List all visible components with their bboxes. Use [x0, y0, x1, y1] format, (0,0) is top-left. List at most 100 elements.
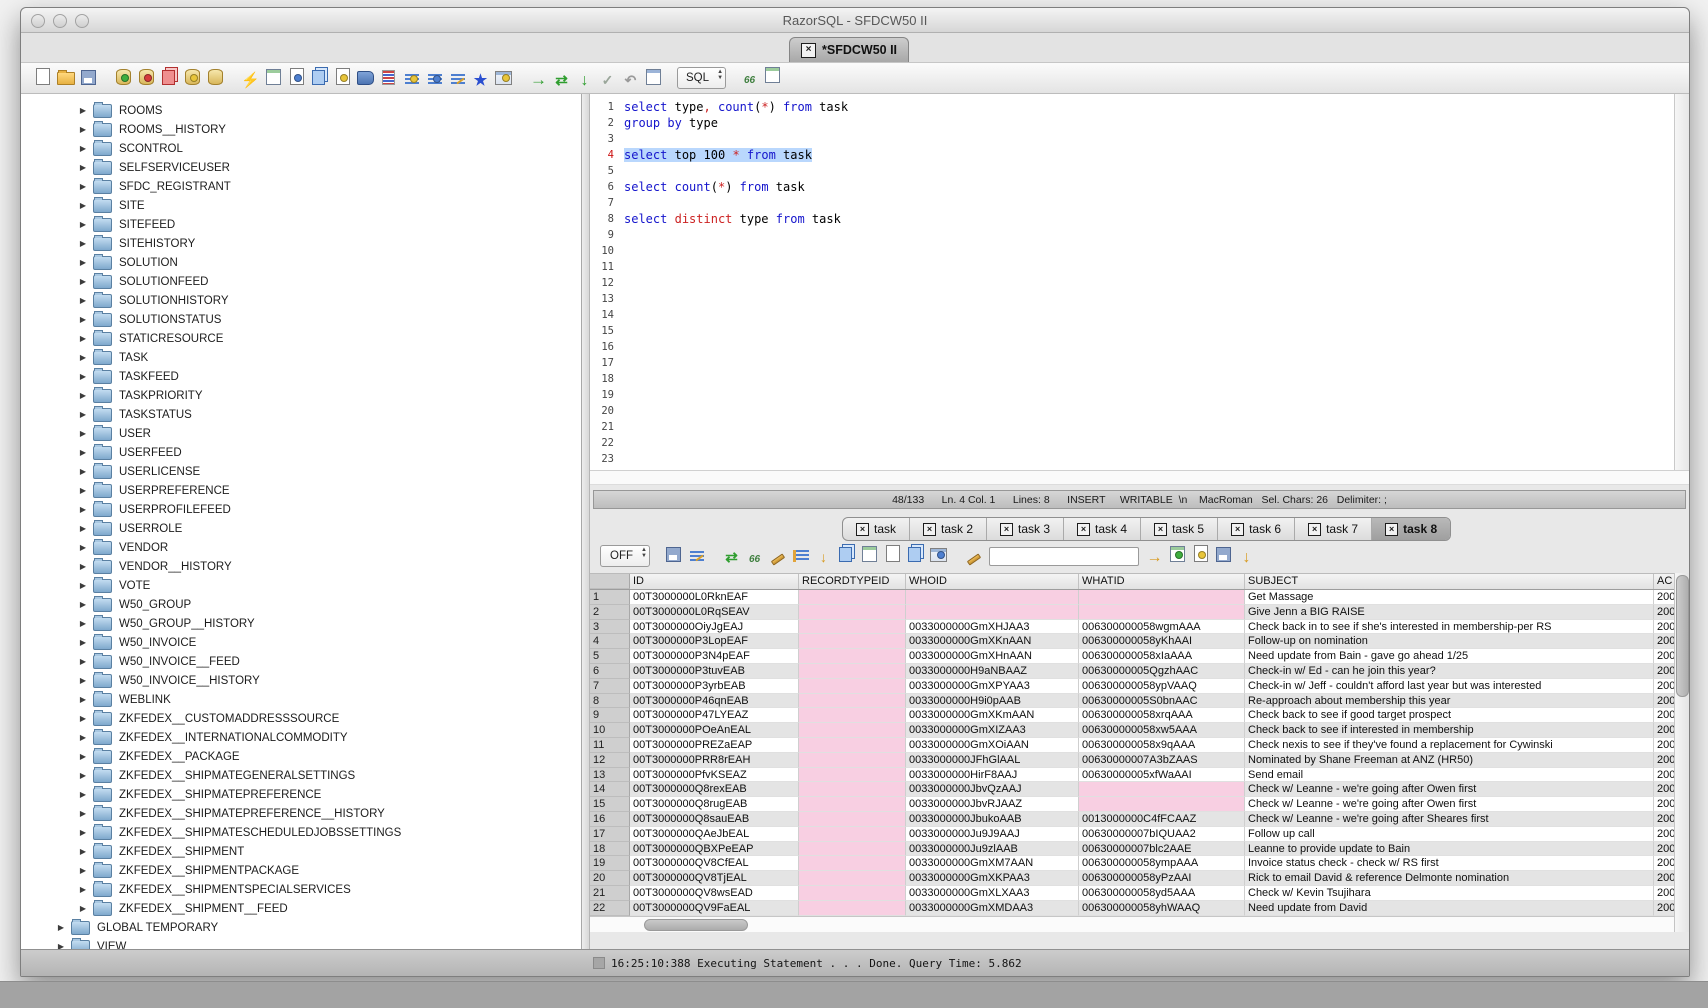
sidebar-item-vendor__history[interactable]: ▶VENDOR__HISTORY [21, 557, 581, 576]
sidebar-item-solutionstatus[interactable]: ▶SOLUTIONSTATUS [21, 310, 581, 329]
vscroll-thumb[interactable] [1676, 575, 1689, 697]
sidebar-item-userrole[interactable]: ▶USERROLE [21, 519, 581, 538]
sidebar-item-zkfedex__customaddresssource[interactable]: ▶ZKFEDEX__CUSTOMADDRESSSOURCE [21, 709, 581, 728]
cell-whoid[interactable] [906, 605, 1079, 620]
cell-subject[interactable]: Send email [1245, 768, 1654, 783]
cell-whoid[interactable]: 0033000000GmXKmAAN [906, 708, 1079, 723]
generate-script-icon[interactable] [1189, 542, 1212, 566]
cell-id[interactable]: 00T3000000P3N4pEAF [630, 649, 799, 664]
cell-recordtypeid[interactable] [799, 634, 906, 649]
expand-arrow-icon[interactable]: ▶ [77, 429, 89, 438]
cell-whatid[interactable]: 0013000000C4fFCAAZ [1079, 812, 1245, 827]
view-row-icon[interactable]: 66 [743, 548, 766, 572]
cell-whoid[interactable]: 0033000000GmXKnAAN [906, 634, 1079, 649]
cell-id[interactable]: 00T3000000QV9FaEAL [630, 901, 799, 916]
close-tab-icon[interactable]: × [1308, 523, 1321, 536]
reload-query-icon[interactable]: ⇄ [720, 545, 743, 569]
edit-results-icon[interactable] [766, 547, 789, 571]
cell-whatid[interactable]: 006300000058yhWAAQ [1079, 901, 1245, 916]
result-tab-task-6[interactable]: ×task 6 [1218, 518, 1295, 540]
cell-id[interactable]: 00T3000000Q8rexEAB [630, 782, 799, 797]
sidebar-item-userpreference[interactable]: ▶USERPREFERENCE [21, 481, 581, 500]
cell-subject[interactable]: Invoice status check - check w/ RS first [1245, 856, 1654, 871]
query-builder-icon[interactable] [492, 66, 515, 90]
expand-arrow-icon[interactable]: ▶ [77, 524, 89, 533]
cell-recordtypeid[interactable] [799, 694, 906, 709]
sidebar-item-zkfedex__shipmatepreference__history[interactable]: ▶ZKFEDEX__SHIPMATEPREFERENCE__HISTORY [21, 804, 581, 823]
expand-arrow-icon[interactable]: ▶ [77, 277, 89, 286]
sidebar-item-zkfedex__shipmatescheduledjobssettings[interactable]: ▶ZKFEDEX__SHIPMATESCHEDULEDJOBSSETTINGS [21, 823, 581, 842]
expand-arrow-icon[interactable]: ▶ [55, 923, 67, 932]
result-tab-task[interactable]: ×task [843, 518, 910, 540]
cell-whoid[interactable]: 0033000000H9aNBAAZ [906, 664, 1079, 679]
result-tab-task-8[interactable]: ×task 8 [1372, 518, 1450, 540]
sidebar-item-task[interactable]: ▶TASK [21, 348, 581, 367]
expand-arrow-icon[interactable]: ▶ [77, 600, 89, 609]
save-file-icon[interactable] [77, 65, 100, 89]
cell-id[interactable]: 00T3000000PRR8rEAH [630, 753, 799, 768]
execute-sql-icon[interactable]: → [527, 67, 550, 91]
cell-subject[interactable]: Nominated by Shane Freeman at ANZ (HR50) [1245, 753, 1654, 768]
edit-table-icon[interactable] [331, 64, 354, 88]
cell-subject[interactable]: Rick to email David & reference Delmonte… [1245, 871, 1654, 886]
sidebar-item-sitehistory[interactable]: ▶SITEHISTORY [21, 234, 581, 253]
cell-whoid[interactable]: 0033000000GmXM7AAN [906, 856, 1079, 871]
sql-editor[interactable]: 1234567891011121314151617181920212223 se… [590, 94, 1689, 471]
cell-whatid[interactable]: 006300000058wgmAAA [1079, 620, 1245, 635]
expand-arrow-icon[interactable]: ▶ [77, 657, 89, 666]
fetch-results-icon[interactable]: ↓ [573, 69, 596, 93]
new-file-icon[interactable] [31, 64, 54, 88]
cell-whoid[interactable]: 0033000000JbvQzAAJ [906, 782, 1079, 797]
statement-type-select[interactable]: SQL ▲▼ [677, 67, 726, 89]
close-tab-icon[interactable]: × [1077, 523, 1090, 536]
cell-id[interactable]: 00T3000000P46qnEAB [630, 694, 799, 709]
favorites-icon[interactable]: ★ [469, 68, 492, 92]
cell-whatid[interactable]: 006300000058xIaAAA [1079, 649, 1245, 664]
cell-whatid[interactable]: 00630000007A3bZAAS [1079, 753, 1245, 768]
cell-whatid[interactable] [1079, 797, 1245, 812]
export-data-icon[interactable] [285, 64, 308, 88]
sidebar-item-w50_invoice__history[interactable]: ▶W50_INVOICE__HISTORY [21, 671, 581, 690]
expand-arrow-icon[interactable]: ▶ [77, 543, 89, 552]
sidebar-item-zkfedex__shipmentpackage[interactable]: ▶ZKFEDEX__SHIPMENTPACKAGE [21, 861, 581, 880]
expand-arrow-icon[interactable]: ▶ [77, 296, 89, 305]
cell-whoid[interactable]: 0033000000JbukoAAB [906, 812, 1079, 827]
cell-id[interactable]: 00T3000000POeAnEAL [630, 723, 799, 738]
result-tab-task-7[interactable]: ×task 7 [1295, 518, 1372, 540]
cell-whatid[interactable]: 00630000007bIQUAA2 [1079, 827, 1245, 842]
cell-whatid[interactable] [1079, 782, 1245, 797]
expand-arrow-icon[interactable]: ▶ [77, 866, 89, 875]
expand-arrow-icon[interactable]: ▶ [77, 885, 89, 894]
sidebar-item-vote[interactable]: ▶VOTE [21, 576, 581, 595]
cell-whoid[interactable]: 0033000000GmXMDAA3 [906, 901, 1079, 916]
sidebar-item-zkfedex__shipmentspecialservices[interactable]: ▶ZKFEDEX__SHIPMENTSPECIALSERVICES [21, 880, 581, 899]
expand-arrow-icon[interactable]: ▶ [77, 201, 89, 210]
cell-subject[interactable]: Check w/ Leanne - we're going after Owen… [1245, 782, 1654, 797]
cell-recordtypeid[interactable] [799, 679, 906, 694]
cell-id[interactable]: 00T3000000QV8CfEAL [630, 856, 799, 871]
cell-whatid[interactable]: 006300000058ypVAAQ [1079, 679, 1245, 694]
connect-icon[interactable] [112, 65, 135, 89]
cell-subject[interactable]: Need update from David [1245, 901, 1654, 916]
cell-id[interactable]: 00T3000000OiyJgEAJ [630, 620, 799, 635]
new-connection-icon[interactable] [181, 65, 204, 89]
splitter-handle[interactable] [582, 94, 590, 949]
cell-whatid[interactable]: 00630000005QgzhAAC [1079, 664, 1245, 679]
cell-id[interactable]: 00T3000000QV8TjEAL [630, 871, 799, 886]
export-results-icon[interactable] [1166, 542, 1189, 566]
commit-icon[interactable]: ✓ [596, 68, 619, 92]
editor-vertical-scrollbar[interactable] [1674, 94, 1689, 470]
cell-recordtypeid[interactable] [799, 842, 906, 857]
expand-arrow-icon[interactable]: ▶ [77, 733, 89, 742]
expand-arrow-icon[interactable]: ▶ [77, 125, 89, 134]
expand-arrow-icon[interactable]: ▶ [77, 391, 89, 400]
cell-subject[interactable]: Check-in w/ Ed - can he join this year? [1245, 664, 1654, 679]
cell-recordtypeid[interactable] [799, 797, 906, 812]
find-next-icon[interactable]: → [1143, 546, 1166, 570]
cell-id[interactable]: 00T3000000P3tuvEAB [630, 664, 799, 679]
cell-subject[interactable]: Follow up call [1245, 827, 1654, 842]
sidebar-item-zkfedex__shipmategeneralsettings[interactable]: ▶ZKFEDEX__SHIPMATEGENERALSETTINGS [21, 766, 581, 785]
describe-table-icon[interactable] [262, 65, 285, 89]
cell-whoid[interactable]: 0033000000GmXHJAA3 [906, 620, 1079, 635]
schema-browser-icon[interactable] [377, 65, 400, 89]
